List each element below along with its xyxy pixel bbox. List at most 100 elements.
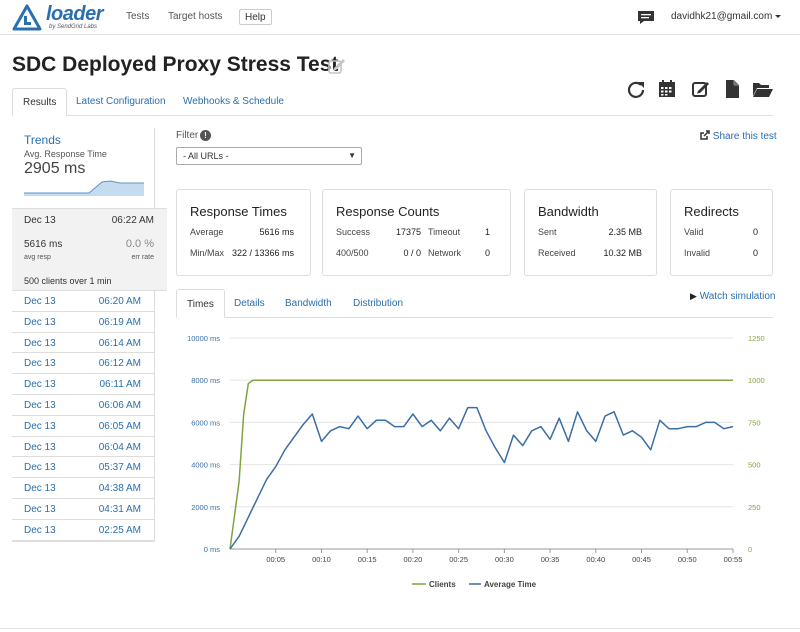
received-label: Received bbox=[538, 248, 576, 258]
y-right-tick-label: 500 bbox=[748, 461, 761, 470]
run-history-row[interactable]: Dec 13 05:37 AM bbox=[12, 457, 154, 479]
edit-title-icon[interactable] bbox=[328, 58, 346, 74]
redirects-panel: Redirects Valid 0 Invalid 0 bbox=[670, 189, 773, 276]
run-time: 06:05 AM bbox=[98, 420, 141, 432]
watch-simulation-label: Watch simulation bbox=[699, 291, 776, 302]
x-tick-label: 00:45 bbox=[632, 555, 651, 564]
selected-run[interactable]: Dec 13 06:22 AM 5616 ms avg resp 0.0 % e… bbox=[12, 208, 167, 291]
run-time: 05:37 AM bbox=[98, 462, 141, 474]
logo[interactable]: loader by SendGrid Labs bbox=[12, 3, 110, 32]
info-icon[interactable]: ! bbox=[200, 130, 211, 141]
user-menu[interactable]: davidhk21@gmail.com bbox=[671, 11, 782, 22]
run-history-list: Dec 13 06:20 AM Dec 13 06:19 AM Dec 13 06:14 … bbox=[12, 291, 155, 542]
run-date: Dec 13 bbox=[24, 483, 56, 495]
share-test-link[interactable]: Share this test bbox=[700, 130, 777, 142]
selected-run-clients: 500 clients over 1 min bbox=[24, 276, 112, 286]
average-value: 5616 ms bbox=[259, 227, 294, 237]
y-right-tick-label: 1250 bbox=[748, 334, 765, 343]
share-link-label: Share this test bbox=[712, 131, 777, 142]
tab-results[interactable]: Results bbox=[12, 88, 68, 116]
valid-label: Valid bbox=[684, 227, 704, 237]
run-history-row[interactable]: Dec 13 02:25 AM bbox=[12, 520, 154, 541]
x-tick-label: 00:05 bbox=[266, 555, 285, 564]
tab-latest-configuration[interactable]: Latest Configuration bbox=[66, 88, 176, 116]
minmax-value: 322 / 13366 ms bbox=[231, 248, 294, 258]
err-rate-label: err rate bbox=[131, 254, 154, 261]
footer-divider bbox=[0, 628, 800, 629]
url-filter-select[interactable]: - All URLs - ▼ bbox=[176, 147, 362, 165]
run-date: Dec 13 bbox=[24, 316, 56, 328]
trends-sparkline bbox=[24, 180, 144, 196]
tab-details[interactable]: Details bbox=[224, 289, 275, 318]
y-left-tick-label: 8000 ms bbox=[191, 376, 220, 385]
watch-simulation-link[interactable]: ▶ Watch simulation bbox=[690, 291, 775, 302]
x-tick-label: 00:25 bbox=[449, 555, 468, 564]
timeout-value: 1 bbox=[484, 227, 490, 237]
sent-label: Sent bbox=[538, 227, 557, 237]
tab-bandwidth[interactable]: Bandwidth bbox=[275, 289, 342, 318]
chat-icon[interactable] bbox=[637, 10, 655, 25]
x-tick-label: 00:20 bbox=[404, 555, 423, 564]
trends-title[interactable]: Trends bbox=[24, 133, 142, 147]
x-tick-label: 00:55 bbox=[724, 555, 743, 564]
response-counts-panel: Response Counts Success 17375 Timeout 1 … bbox=[322, 189, 511, 276]
y-left-tick-label: 6000 ms bbox=[191, 418, 220, 427]
top-navbar: loader by SendGrid Labs Tests Target hos… bbox=[0, 0, 800, 35]
run-date: Dec 13 bbox=[24, 358, 56, 370]
run-date: Dec 13 bbox=[24, 399, 56, 411]
tab-webhooks-schedule[interactable]: Webhooks & Schedule bbox=[173, 88, 294, 116]
panel-title: Response Counts bbox=[336, 204, 440, 219]
url-filter-value: - All URLs - bbox=[183, 151, 229, 161]
run-history-row[interactable]: Dec 13 06:04 AM bbox=[12, 437, 154, 458]
run-history-row[interactable]: Dec 13 06:12 AM bbox=[12, 353, 154, 375]
page-title: SDC Deployed Proxy Stress Test bbox=[12, 53, 339, 76]
tab-times[interactable]: Times bbox=[176, 289, 225, 318]
nav-link-target-hosts[interactable]: Target hosts bbox=[168, 11, 222, 22]
success-value: 17375 bbox=[395, 227, 421, 237]
bandwidth-panel: Bandwidth Sent 2.35 MB Received 10.32 MB bbox=[524, 189, 657, 276]
help-button[interactable]: Help bbox=[239, 9, 272, 25]
runs-sidebar: Trends Avg. Response Time 2905 ms Dec 13… bbox=[12, 128, 167, 542]
run-history-row[interactable]: Dec 13 06:06 AM bbox=[12, 395, 154, 416]
valid-value: 0 bbox=[752, 227, 758, 237]
y-left-tick-label: 10000 ms bbox=[187, 334, 220, 343]
response-times-panel: Response Times Average 5616 ms Min/Max 3… bbox=[176, 189, 311, 276]
y-right-tick-label: 0 bbox=[748, 545, 752, 554]
average-label: Average bbox=[190, 227, 224, 237]
success-label: Success bbox=[336, 227, 371, 237]
avg-resp-label: avg resp bbox=[24, 254, 51, 261]
run-time: 06:06 AM bbox=[98, 399, 141, 411]
tab-distribution[interactable]: Distribution bbox=[343, 289, 413, 318]
x-tick-label: 00:35 bbox=[541, 555, 560, 564]
chart-tabs: Times Details Bandwidth Distribution bbox=[176, 289, 773, 318]
x-tick-label: 00:30 bbox=[495, 555, 514, 564]
run-history-row[interactable]: Dec 13 04:38 AM bbox=[12, 478, 154, 499]
received-value: 10.32 MB bbox=[603, 248, 642, 258]
run-history-row[interactable]: Dec 13 06:20 AM bbox=[12, 291, 154, 312]
panel-title: Redirects bbox=[684, 204, 739, 219]
invalid-value: 0 bbox=[752, 248, 758, 258]
nav-link-tests[interactable]: Tests bbox=[126, 11, 149, 22]
timeout-label: Timeout bbox=[428, 227, 461, 237]
run-date: Dec 13 bbox=[24, 503, 56, 515]
play-icon: ▶ bbox=[690, 291, 697, 301]
share-icon bbox=[700, 130, 710, 140]
selected-run-time: 06:22 AM bbox=[111, 215, 154, 226]
run-history-row[interactable]: Dec 13 06:11 AM bbox=[12, 374, 154, 395]
panel-title: Bandwidth bbox=[538, 204, 599, 219]
run-history-row[interactable]: Dec 13 06:05 AM bbox=[12, 416, 154, 437]
run-history-row[interactable]: Dec 13 06:19 AM bbox=[12, 312, 154, 333]
filter-label: Filter bbox=[176, 130, 199, 141]
logo-wordmark: loader bbox=[46, 3, 104, 25]
run-history-row[interactable]: Dec 13 06:14 AM bbox=[12, 333, 154, 354]
run-time: 06:19 AM bbox=[98, 316, 141, 328]
x-tick-label: 00:40 bbox=[586, 555, 605, 564]
y-left-tick-label: 0 ms bbox=[204, 545, 221, 554]
response-time-chart: 0 ms 0 2000 ms 250 4000 ms 500 6000 ms 750 8000 … bbox=[187, 334, 765, 589]
y-left-tick-label: 4000 ms bbox=[191, 461, 220, 470]
sent-value: 2.35 MB bbox=[608, 227, 642, 237]
main-tabs: Results Latest Configuration Webhooks & … bbox=[12, 88, 773, 116]
y-right-tick-label: 1000 bbox=[748, 376, 765, 385]
run-time: 04:38 AM bbox=[98, 483, 141, 495]
run-history-row[interactable]: Dec 13 04:31 AM bbox=[12, 499, 154, 520]
